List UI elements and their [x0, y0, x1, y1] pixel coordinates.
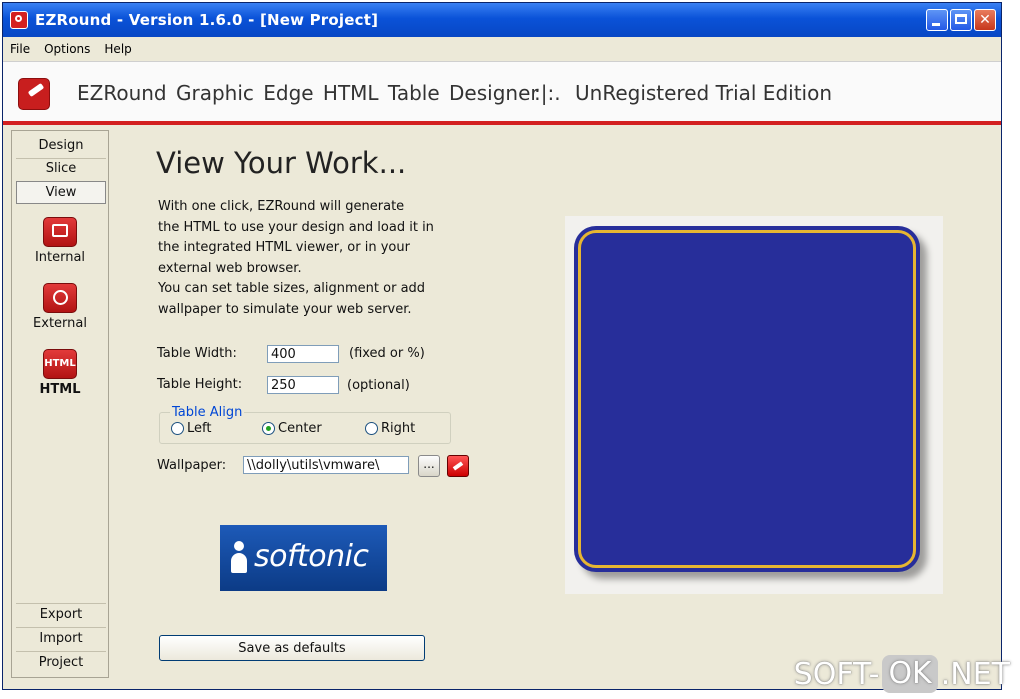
sidebar-item-import[interactable]: Import [16, 627, 106, 651]
radio-circle [365, 422, 378, 435]
minimize-button[interactable] [926, 9, 948, 31]
browse-button[interactable]: ... [418, 455, 440, 477]
menu-file[interactable]: File [3, 42, 37, 56]
description-line: the integrated HTML viewer, or in your [158, 240, 410, 255]
radio-circle [171, 422, 184, 435]
align-center-label: Center [278, 421, 322, 436]
external-tool[interactable]: External [12, 283, 108, 331]
watermark: SOFT- OK .NET [794, 655, 1010, 693]
internal-label: Internal [34, 250, 86, 265]
save-defaults-button[interactable]: Save as defaults [159, 635, 425, 661]
table-height-label: Table Height: [157, 377, 243, 392]
radio-circle-selected [262, 422, 275, 435]
tab-slice[interactable]: Slice [16, 158, 106, 182]
banner-edition: UnRegistered Trial Edition [575, 81, 833, 105]
window-controls [926, 9, 996, 31]
monitor-icon [43, 217, 77, 247]
description-line: You can set table sizes, alignment or ad… [158, 281, 426, 296]
description-line: external web browser. [158, 260, 302, 276]
rounded-table-preview [574, 226, 920, 572]
header-banner: EZRound Graphic Edge HTML Table Designer… [3, 61, 1001, 122]
align-center-radio[interactable]: Center [262, 421, 322, 436]
softonic-person-icon [228, 541, 250, 575]
internal-tool[interactable]: Internal [12, 217, 108, 265]
watermark-right: .NET [940, 656, 1010, 692]
softonic-logo-text: softonic [254, 539, 369, 574]
wallpaper-label: Wallpaper: [157, 458, 227, 473]
watermark-left: SOFT- [793, 656, 880, 692]
table-height-hint: (optional) [347, 378, 410, 393]
table-width-hint: (fixed or %) [349, 346, 425, 361]
window-title: EZRound - Version 1.6.0 - [New Project] [35, 11, 379, 29]
banner-divider [3, 121, 1001, 125]
tab-design[interactable]: Design [16, 135, 106, 159]
menu-help[interactable]: Help [97, 42, 138, 56]
brush-icon [18, 78, 50, 110]
table-width-label: Table Width: [157, 346, 237, 361]
wallpaper-input[interactable] [243, 456, 409, 474]
html-label: HTML [39, 382, 81, 397]
globe-icon [43, 283, 77, 313]
banner-separator: :|:. [534, 81, 561, 105]
align-left-radio[interactable]: Left [171, 421, 211, 436]
description: With one click, EZRound will generate th… [158, 197, 488, 320]
html-icon [43, 349, 77, 379]
menu-bar: File Options Help [3, 37, 1001, 61]
align-right-radio[interactable]: Right [365, 421, 415, 436]
description-line: wallpaper to simulate your web server. [158, 301, 412, 317]
title-bar[interactable]: EZRound - Version 1.6.0 - [New Project] [3, 3, 1001, 37]
softonic-logo: softonic [220, 525, 387, 591]
page-title: View Your Work... [156, 146, 407, 180]
banner-app-name: EZRound Graphic Edge HTML Table Designer [77, 81, 539, 105]
watermark-middle: OK [882, 655, 938, 693]
external-label: External [33, 316, 87, 331]
sidebar: Design Slice View Internal External HTML… [11, 130, 109, 678]
table-width-input[interactable] [267, 345, 339, 363]
description-line: the HTML to use your design and load it … [158, 219, 434, 235]
description-line: With one click, EZRound will generate [158, 199, 405, 214]
clear-wallpaper-button[interactable] [447, 455, 469, 477]
sidebar-item-project[interactable]: Project [16, 651, 106, 675]
maximize-button[interactable] [950, 9, 972, 31]
app-icon [10, 11, 28, 29]
menu-options[interactable]: Options [37, 42, 97, 56]
html-tool[interactable]: HTML [12, 349, 108, 397]
sidebar-item-export[interactable]: Export [16, 603, 106, 627]
app-window: EZRound - Version 1.6.0 - [New Project] … [2, 2, 1002, 690]
close-button[interactable] [974, 9, 996, 31]
table-height-input[interactable] [267, 376, 339, 394]
align-left-label: Left [187, 421, 212, 436]
align-right-label: Right [381, 421, 416, 436]
tab-view[interactable]: View [16, 181, 106, 204]
table-align-legend: Table Align [170, 405, 245, 420]
